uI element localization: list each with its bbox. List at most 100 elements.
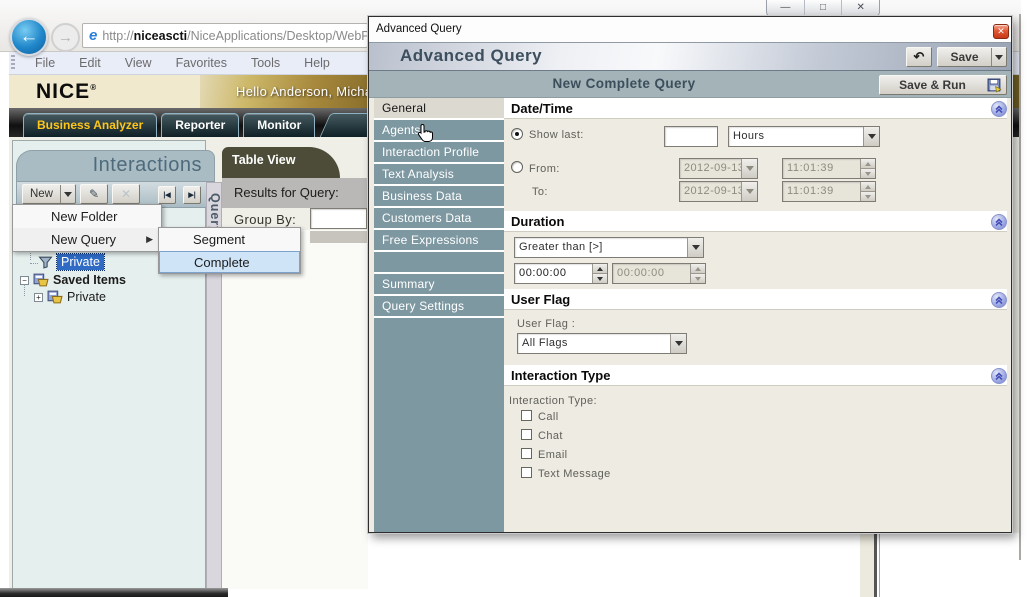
to-date-select[interactable]: 2012-09-13	[679, 181, 758, 202]
tree-item-saved-items[interactable]: − Saved Items	[20, 273, 126, 287]
menu-item-segment[interactable]: Segment	[159, 228, 300, 251]
time-unit-select[interactable]: Hours	[728, 126, 880, 147]
duration-value2-spinner[interactable]: 00:00:00	[612, 263, 706, 284]
undo-button[interactable]: ↶	[906, 47, 932, 67]
minimize-button[interactable]: —	[767, 0, 805, 16]
menu-file[interactable]: File	[35, 56, 55, 70]
sidebar-item-business-data[interactable]: Business Data	[374, 186, 504, 206]
window-controls: — □ ✕	[766, 0, 880, 17]
menu-view[interactable]: View	[125, 56, 152, 70]
tab-business-analyzer[interactable]: Business Analyzer	[23, 113, 157, 137]
interaction-type-label: Interaction Type:	[509, 395, 597, 407]
last-page-button[interactable]: ▶|	[183, 186, 201, 204]
spin-up-icon[interactable]	[861, 182, 875, 192]
spin-up-icon[interactable]	[593, 264, 607, 274]
from-date-select[interactable]: 2012-09-13	[679, 158, 758, 179]
dropdown-arrow-icon[interactable]	[741, 159, 757, 178]
dropdown-arrow-icon[interactable]	[863, 127, 879, 146]
nice-logo: NICE®	[36, 80, 97, 104]
to-time-spinner[interactable]: 11:01:39	[782, 181, 876, 202]
spin-down-icon[interactable]	[593, 274, 607, 283]
show-last-radio[interactable]	[511, 128, 523, 140]
close-icon: ✕	[856, 2, 864, 13]
duration-value-spinner[interactable]: 00:00:00	[514, 263, 608, 284]
sidebar-item-general[interactable]: General	[374, 98, 504, 118]
tree-item-private-query[interactable]: Private	[38, 254, 104, 270]
menu-item-new-folder[interactable]: New Folder	[13, 205, 161, 228]
collapse-user-flag-button[interactable]	[991, 292, 1007, 308]
maximize-button[interactable]: □	[805, 0, 843, 16]
page-edge-line	[874, 533, 877, 597]
delete-button[interactable]: ✕	[112, 184, 140, 204]
checkbox-text-message[interactable]	[521, 467, 532, 478]
expand-box-icon[interactable]: +	[34, 293, 43, 302]
tab-table-view[interactable]: Table View	[222, 147, 340, 178]
checkbox-email[interactable]	[521, 448, 532, 459]
time-unit-value: Hours	[729, 127, 863, 146]
collapse-interaction-type-button[interactable]	[991, 368, 1007, 384]
new-button[interactable]: New	[22, 184, 76, 204]
from-time-spinner[interactable]: 11:01:39	[782, 158, 876, 179]
submenu-arrow-icon: ▶	[146, 234, 153, 245]
collapse-chevrons-icon	[994, 295, 1004, 305]
duration-operator-select[interactable]: Greater than [>]	[514, 237, 704, 258]
first-page-button[interactable]: |◀	[158, 186, 176, 204]
menu-help[interactable]: Help	[304, 56, 330, 70]
menu-edit[interactable]: Edit	[79, 56, 101, 70]
spinner-buttons	[860, 182, 875, 201]
back-button[interactable]: ←	[10, 18, 48, 56]
tab-monitor[interactable]: Monitor	[243, 113, 315, 137]
spin-down-icon[interactable]	[861, 192, 875, 201]
save-button[interactable]: Save	[937, 47, 1007, 67]
dialog-title-bar[interactable]: Advanced Query	[369, 17, 1011, 43]
from-radio[interactable]	[511, 161, 523, 173]
collapse-date-time-button[interactable]	[991, 101, 1007, 117]
dropdown-arrow-icon[interactable]	[687, 238, 703, 257]
group-by-input[interactable]	[310, 208, 367, 229]
tree-item-private-folder[interactable]: + Private	[34, 290, 106, 304]
user-greeting: Hello Anderson, Michael	[236, 84, 383, 99]
checkbox-email-label: Email	[538, 449, 568, 461]
spin-down-icon[interactable]	[861, 169, 875, 178]
sidebar-item-free-expressions[interactable]: Free Expressions	[374, 230, 504, 250]
spin-down-icon[interactable]	[691, 274, 705, 283]
sidebar-filler	[374, 318, 504, 532]
menu-item-complete[interactable]: Complete	[159, 251, 300, 273]
new-context-menu: New Folder New Query▶	[12, 204, 162, 252]
dropdown-arrow-glyph	[868, 134, 876, 139]
dialog-close-button[interactable]: ✕	[993, 24, 1009, 39]
sidebar-item-agents[interactable]: Agents	[374, 120, 504, 140]
show-last-value-input[interactable]	[664, 126, 718, 147]
undo-icon: ↶	[914, 49, 925, 65]
sidebar-item-summary[interactable]: Summary	[374, 274, 504, 294]
menu-item-new-query[interactable]: New Query▶	[13, 228, 161, 251]
dropdown-arrow-icon[interactable]	[741, 182, 757, 201]
forward-button[interactable]: →	[51, 23, 80, 52]
section-header-interaction-type: Interaction Type	[504, 365, 1007, 386]
spin-up-icon[interactable]	[691, 264, 705, 274]
sidebar-item-customers-data[interactable]: Customers Data	[374, 208, 504, 228]
save-dropdown-arrow[interactable]	[991, 48, 1006, 66]
dropdown-arrow-icon[interactable]	[670, 334, 686, 353]
sidebar-item-text-analysis[interactable]: Text Analysis	[374, 164, 504, 184]
menu-favorites[interactable]: Favorites	[176, 56, 227, 70]
dropdown-arrow-glyph	[746, 189, 754, 194]
user-flag-select[interactable]: All Flags	[517, 333, 687, 354]
collapse-duration-button[interactable]	[991, 214, 1007, 230]
checkbox-call[interactable]	[521, 410, 532, 421]
checkbox-chat[interactable]	[521, 429, 532, 440]
new-dropdown-arrow[interactable]	[60, 185, 75, 203]
tree-item-label: Saved Items	[53, 273, 126, 287]
sidebar-item-interaction-profile[interactable]: Interaction Profile	[374, 142, 504, 162]
edit-button[interactable]: ✎	[80, 184, 108, 204]
spinner-buttons	[592, 264, 607, 283]
address-bar[interactable]: e http://niceascti/NiceApplications/Desk…	[82, 23, 368, 48]
tab-reporter[interactable]: Reporter	[161, 113, 239, 137]
saved-items-icon	[33, 273, 49, 287]
sidebar-item-query-settings[interactable]: Query Settings	[374, 296, 504, 316]
save-and-run-button[interactable]: Save & Run	[879, 75, 1007, 95]
spin-up-icon[interactable]	[861, 159, 875, 169]
close-window-button[interactable]: ✕	[842, 0, 879, 16]
maximize-icon: □	[820, 2, 826, 13]
menu-tools[interactable]: Tools	[251, 56, 280, 70]
